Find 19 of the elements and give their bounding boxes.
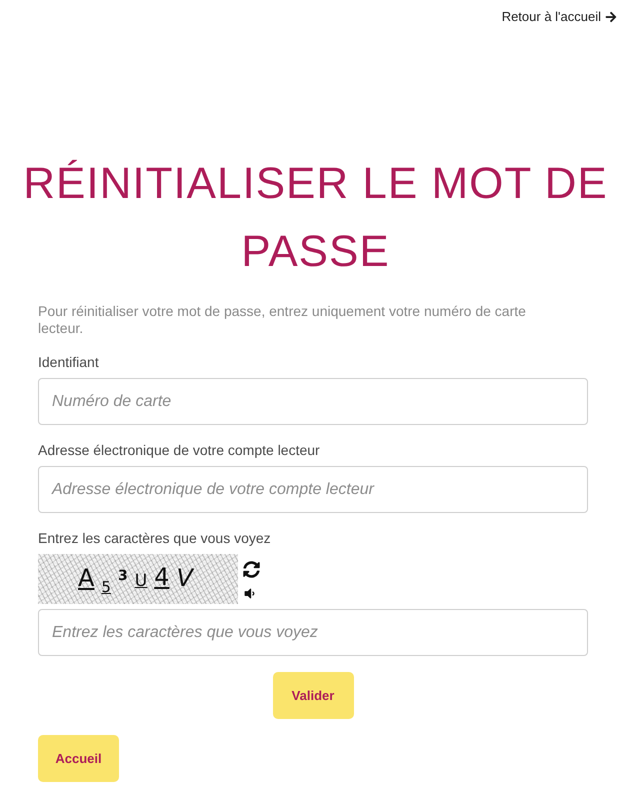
text-input-field[interactable]: Adresse électronique de votre compte lecteur <box>38 466 588 513</box>
captcha-character: V <box>176 566 193 590</box>
home-button[interactable]: Accueil <box>38 735 119 782</box>
captcha-character: 4 <box>154 565 170 589</box>
captcha-character: U <box>134 572 148 590</box>
text-input-field[interactable]: Numéro de carte <box>38 378 588 425</box>
captcha-input-field[interactable]: Entrez les caractères que vous voyez <box>38 609 588 656</box>
captcha-character: A <box>78 566 94 590</box>
captcha-character: 5 <box>101 580 111 594</box>
submit-button[interactable]: Valider <box>272 672 354 719</box>
instructions-text: Pour réinitialiser votre mot de passe, entrez uniquement votre numéro de carte lecteur. <box>38 303 527 337</box>
field-label: Adresse électronique de votre compte lecteur <box>38 441 320 460</box>
captcha-character: 3 <box>118 569 128 583</box>
field-label: Identifiant <box>38 353 99 372</box>
field-label: Entrez les caractères que vous voyez <box>38 529 271 548</box>
refresh-icon[interactable] <box>243 561 260 578</box>
arrow-right-icon <box>605 11 617 23</box>
page-title: RÉINITIALISER LE MOT DE PASSE <box>22 158 609 278</box>
back-home-link[interactable]: Retour à l'accueil <box>502 9 617 25</box>
